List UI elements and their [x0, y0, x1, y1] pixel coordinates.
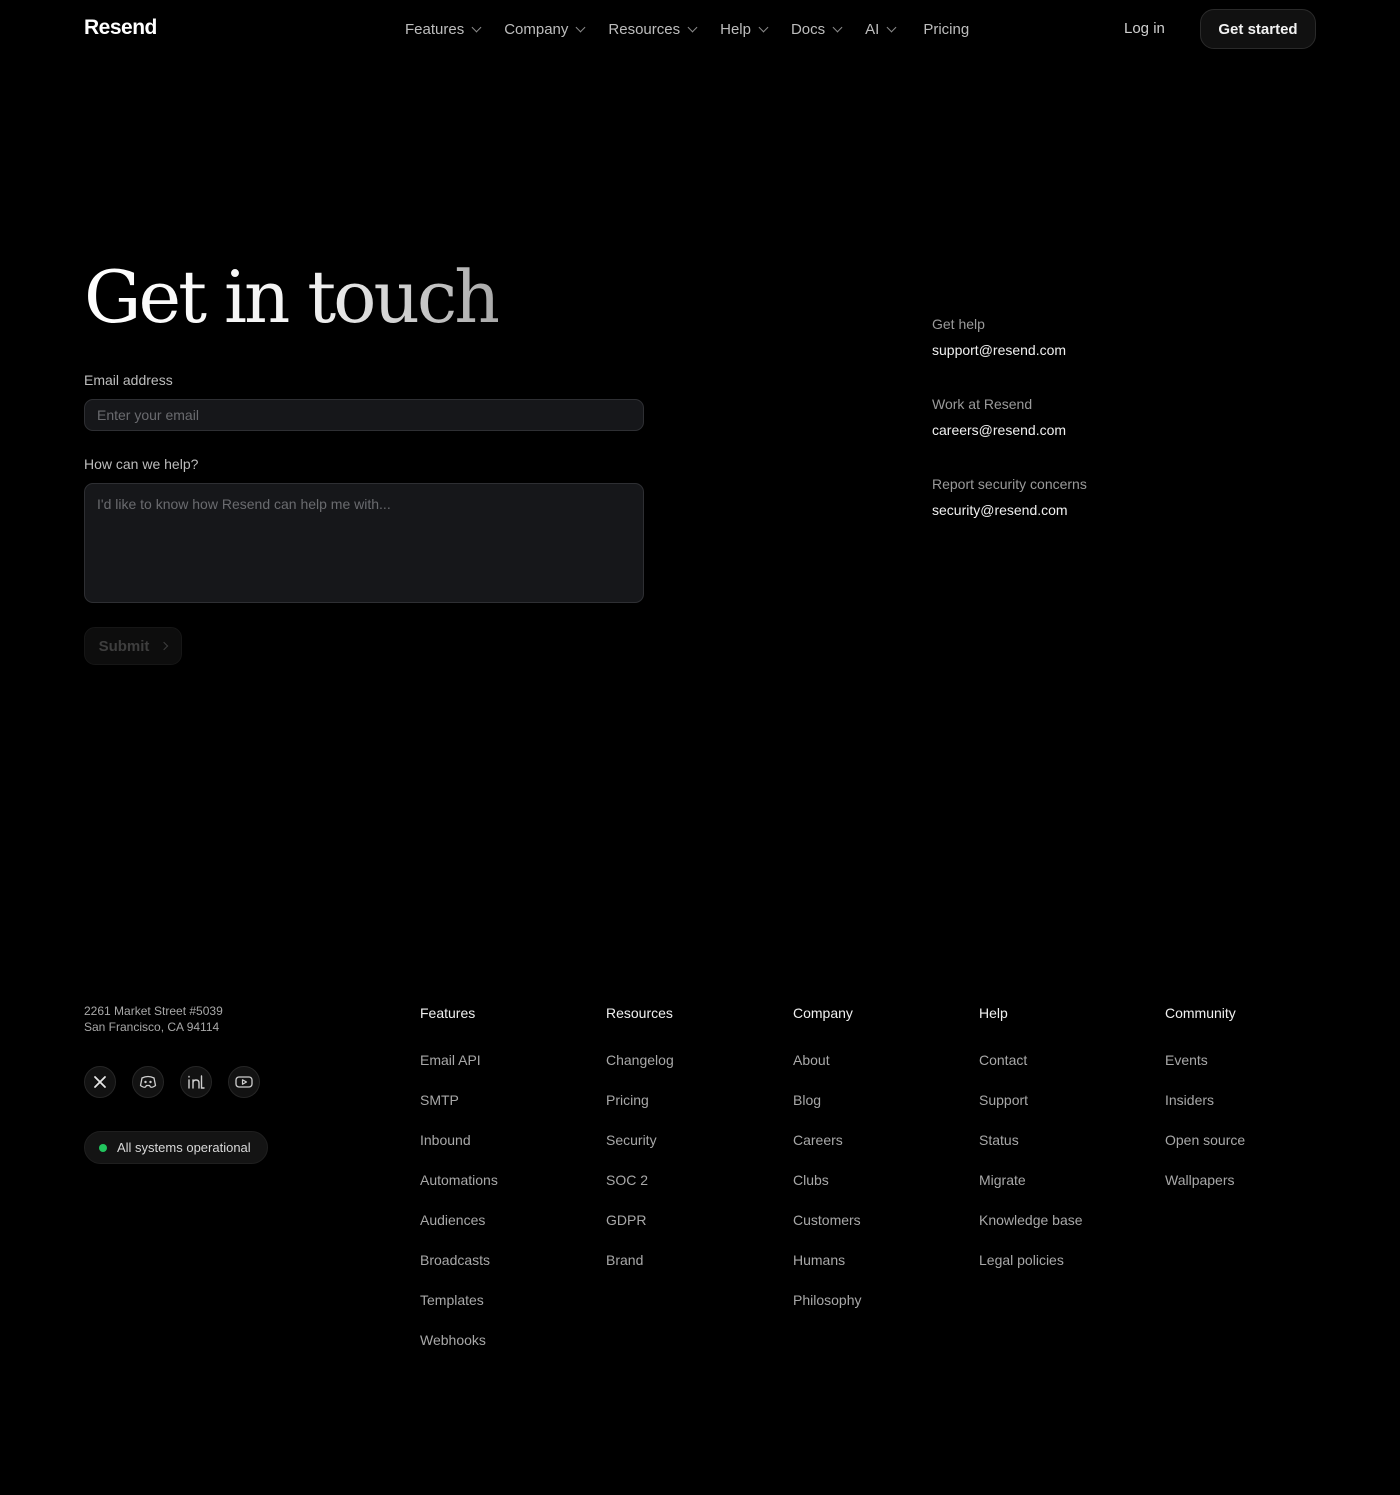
footer-link[interactable]: Support: [979, 1090, 1083, 1110]
nav-item-label: AI: [865, 20, 880, 38]
footer-link[interactable]: Audiences: [420, 1210, 498, 1230]
footer-column-title: Help: [979, 1005, 1008, 1021]
contact-email-link[interactable]: careers@resend.com: [932, 421, 1066, 439]
contact-get-help: Get help support@resend.com: [932, 315, 1066, 359]
email-field[interactable]: [84, 399, 644, 431]
footer-column-title: Community: [1165, 1005, 1236, 1021]
youtube-icon: [235, 1076, 253, 1088]
status-text: All systems operational: [117, 1140, 251, 1155]
footer-link[interactable]: Knowledge base: [979, 1210, 1083, 1230]
footer-link[interactable]: Status: [979, 1130, 1083, 1150]
nav-item-features[interactable]: Features: [393, 10, 492, 48]
nav-item-label: Company: [504, 20, 569, 38]
x-social-button[interactable]: [84, 1066, 116, 1098]
nav-item-label: Docs: [790, 20, 826, 38]
address-line: 2261 Market Street #5039: [84, 1004, 223, 1018]
nav-item-label: Features: [405, 20, 465, 38]
footer-link[interactable]: Broadcasts: [420, 1250, 498, 1270]
footer-link[interactable]: Philosophy: [793, 1290, 862, 1310]
chevron-down-icon: [758, 22, 769, 32]
footer-column-community: Community Events Insiders Open source Wa…: [1165, 1003, 1245, 1210]
x-icon: [94, 1076, 106, 1088]
footer-link[interactable]: Open source: [1165, 1130, 1245, 1150]
chevron-down-icon: [832, 22, 843, 32]
chevron-down-icon: [886, 22, 897, 32]
footer-column-title: Company: [793, 1005, 853, 1021]
footer-link[interactable]: SMTP: [420, 1090, 498, 1110]
footer-link[interactable]: Migrate: [979, 1170, 1083, 1190]
contact-email-link[interactable]: security@resend.com: [932, 501, 1087, 519]
address-line: San Francisco, CA 94114: [84, 1020, 220, 1034]
contact-careers: Work at Resend careers@resend.com: [932, 395, 1066, 439]
footer-column-resources: Resources Changelog Pricing Security SOC…: [606, 1003, 674, 1290]
discord-icon: [139, 1075, 157, 1088]
contact-email-link[interactable]: support@resend.com: [932, 341, 1066, 359]
footer-link[interactable]: Webhooks: [420, 1330, 498, 1350]
contact-security: Report security concerns security@resend…: [932, 475, 1087, 519]
footer-link[interactable]: Inbound: [420, 1130, 498, 1150]
footer-column-title: Features: [420, 1005, 476, 1021]
submit-button[interactable]: Submit: [84, 627, 182, 665]
footer-column-title: Resources: [606, 1005, 673, 1021]
footer-link[interactable]: Pricing: [606, 1090, 674, 1110]
contact-label: Work at Resend: [932, 396, 1033, 412]
footer-link[interactable]: About: [793, 1050, 862, 1070]
nav-item-ai[interactable]: AI: [853, 10, 907, 48]
footer-link[interactable]: Changelog: [606, 1050, 674, 1070]
get-started-button[interactable]: Get started: [1200, 9, 1316, 49]
footer-column-features: Features Email API SMTP Inbound Automati…: [420, 1003, 498, 1370]
chevron-down-icon: [575, 22, 586, 32]
footer-column-company: Company About Blog Careers Clubs Custome…: [793, 1003, 862, 1330]
chevron-down-icon: [471, 22, 482, 32]
login-link[interactable]: Log in: [1110, 10, 1179, 48]
site-header: Resend Features Company Resources Help D…: [0, 0, 1400, 58]
message-field[interactable]: [84, 483, 644, 603]
footer-link[interactable]: Security: [606, 1130, 674, 1150]
footer-link[interactable]: Email API: [420, 1050, 498, 1070]
resend-logo[interactable]: Resend: [84, 16, 157, 40]
footer-link[interactable]: Events: [1165, 1050, 1245, 1070]
footer-link[interactable]: Blog: [793, 1090, 862, 1110]
system-status-badge[interactable]: All systems operational: [84, 1131, 268, 1164]
contact-label: Get help: [932, 316, 985, 332]
social-links: [84, 1066, 260, 1098]
linkedin-social-button[interactable]: [180, 1066, 212, 1098]
nav-item-pricing[interactable]: Pricing: [907, 10, 981, 48]
nav-item-docs[interactable]: Docs: [779, 10, 853, 48]
status-indicator-dot: [99, 1143, 107, 1152]
footer-link[interactable]: Legal policies: [979, 1250, 1083, 1270]
footer-link[interactable]: Brand: [606, 1250, 674, 1270]
footer-link[interactable]: Automations: [420, 1170, 498, 1190]
footer-link[interactable]: Templates: [420, 1290, 498, 1310]
nav-item-label: Help: [720, 20, 751, 38]
nav-item-resources[interactable]: Resources: [596, 10, 708, 48]
footer-link[interactable]: SOC 2: [606, 1170, 674, 1190]
nav-item-company[interactable]: Company: [492, 10, 596, 48]
footer-link[interactable]: GDPR: [606, 1210, 674, 1230]
nav-item-help[interactable]: Help: [708, 10, 779, 48]
linkedin-icon: [188, 1075, 205, 1089]
page-title: Get in touch: [84, 255, 501, 339]
footer-link[interactable]: Clubs: [793, 1170, 862, 1190]
submit-label: Submit: [98, 637, 150, 655]
company-address: 2261 Market Street #5039 San Francisco, …: [84, 1003, 223, 1035]
footer-link[interactable]: Careers: [793, 1130, 862, 1150]
chevron-down-icon: [687, 22, 698, 32]
chevron-right-icon: [160, 641, 169, 651]
footer-link[interactable]: Contact: [979, 1050, 1083, 1070]
help-label: How can we help?: [84, 456, 199, 472]
discord-social-button[interactable]: [132, 1066, 164, 1098]
youtube-social-button[interactable]: [228, 1066, 260, 1098]
footer-column-help: Help Contact Support Status Migrate Know…: [979, 1003, 1083, 1290]
footer-link[interactable]: Insiders: [1165, 1090, 1245, 1110]
contact-label: Report security concerns: [932, 476, 1087, 492]
main-nav: Features Company Resources Help Docs AI …: [393, 10, 981, 48]
footer-link[interactable]: Customers: [793, 1210, 862, 1230]
nav-item-label: Resources: [608, 20, 681, 38]
footer-link[interactable]: Wallpapers: [1165, 1170, 1245, 1190]
footer-link[interactable]: Humans: [793, 1250, 862, 1270]
email-label: Email address: [84, 372, 173, 388]
